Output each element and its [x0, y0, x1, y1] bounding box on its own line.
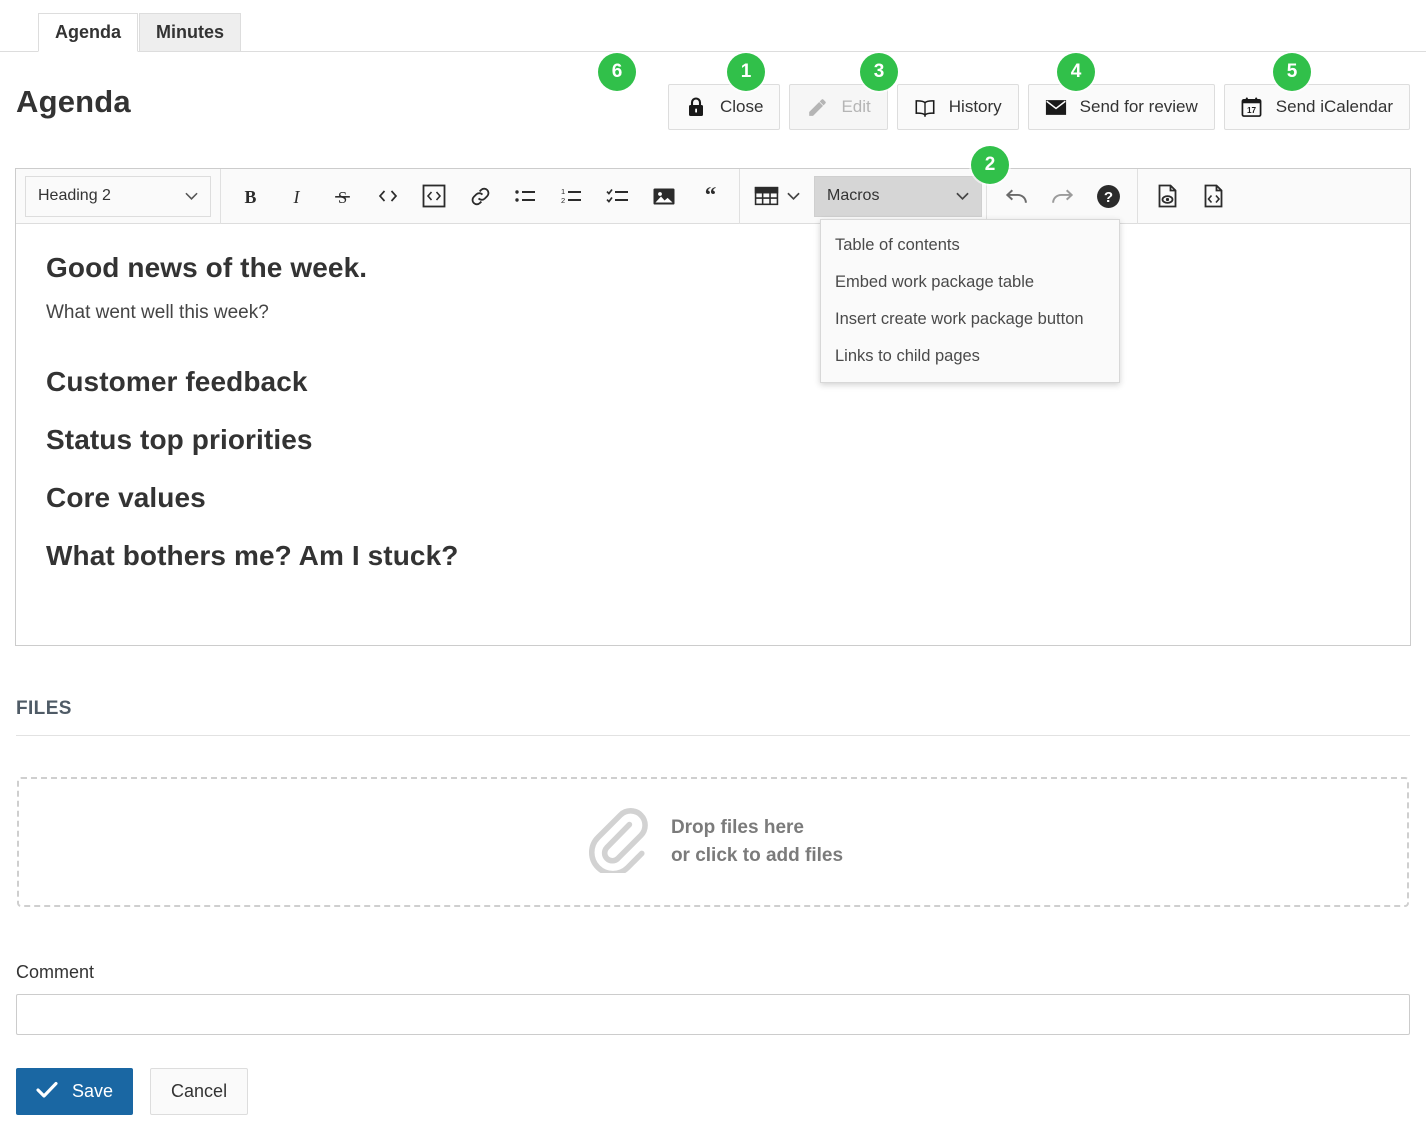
content-heading-status-top-priorities: Status top priorities: [46, 424, 313, 455]
file-dropzone[interactable]: Drop files here or click to add files: [17, 777, 1409, 907]
save-button[interactable]: Save: [16, 1068, 134, 1115]
cancel-button[interactable]: Cancel: [150, 1068, 249, 1115]
paragraph-style-select[interactable]: Heading 2: [25, 175, 211, 217]
blockquote-icon[interactable]: “: [692, 177, 728, 215]
macros-select-value: Macros: [827, 187, 880, 204]
link-icon[interactable]: [462, 177, 498, 215]
svg-text:?: ?: [1103, 189, 1112, 206]
table-chevron-down-icon[interactable]: [783, 177, 803, 215]
page-title: Agenda: [16, 84, 131, 119]
close-button-label: Close: [720, 97, 764, 116]
text-format-group: B I S: [221, 169, 739, 224]
tab-bar: Agenda Minutes: [0, 0, 1426, 52]
undo-icon[interactable]: [998, 177, 1034, 215]
svg-text:“: “: [704, 186, 716, 206]
todo-list-icon[interactable]: [600, 177, 636, 215]
svg-text:1: 1: [561, 187, 565, 196]
markdown-source-icon[interactable]: [1195, 177, 1231, 215]
history-group: ?: [987, 169, 1137, 224]
menu-item-links-to-child-pages[interactable]: Links to child pages: [821, 338, 1119, 375]
redo-icon[interactable]: [1044, 177, 1080, 215]
dropzone-line-1: Drop files here: [670, 816, 804, 838]
tab-agenda-label: Agenda: [55, 22, 122, 42]
action-toolbar: Close Edit History Send for review 17 Se…: [668, 84, 1410, 130]
comment-label: Comment: [16, 962, 95, 982]
calendar-icon: 17: [1241, 96, 1263, 118]
annotation-badge-4: 4: [1057, 53, 1095, 91]
content-heading-good-news: Good news of the week.: [46, 252, 368, 283]
edit-button-label: Edit: [841, 97, 871, 116]
svg-text:I: I: [292, 186, 300, 206]
files-section-title: FILES: [16, 698, 72, 719]
files-section-divider: [16, 735, 1410, 736]
content-paragraph-what-went-well: What went well this week?: [46, 302, 269, 323]
history-button[interactable]: History: [896, 84, 1019, 130]
tab-minutes-label: Minutes: [156, 22, 225, 42]
comment-input[interactable]: [16, 994, 1410, 1035]
edit-button[interactable]: Edit: [789, 84, 888, 130]
send-for-review-label: Send for review: [1079, 97, 1198, 116]
table-icon[interactable]: [751, 177, 781, 215]
bulleted-list-icon[interactable]: [508, 177, 544, 215]
view-mode-group: [1138, 169, 1242, 224]
chevron-down-icon: [185, 192, 198, 201]
annotation-badge-5: 5: [1273, 53, 1311, 91]
svg-text:B: B: [244, 186, 256, 206]
envelope-icon: [1045, 96, 1067, 118]
image-icon[interactable]: [646, 177, 682, 215]
svg-text:2: 2: [561, 196, 565, 205]
code-block-icon[interactable]: [416, 177, 452, 215]
macros-select[interactable]: Macros: [814, 175, 982, 217]
history-button-label: History: [948, 97, 1002, 116]
dropzone-line-2: or click to add files: [670, 845, 844, 866]
content-heading-what-bothers-me: What bothers me? Am I stuck?: [46, 540, 459, 571]
wiki-editor: Heading 2 B I S: [15, 168, 1411, 646]
close-button[interactable]: Close: [668, 84, 781, 130]
svg-text:17: 17: [1247, 106, 1257, 115]
annotation-badge-2: 2: [971, 146, 1009, 184]
send-icalendar-button[interactable]: 17 Send iCalendar: [1223, 84, 1410, 130]
menu-item-insert-create-work-package-button[interactable]: Insert create work package button: [821, 301, 1119, 338]
inline-code-icon[interactable]: [370, 177, 406, 215]
check-icon: [36, 1081, 58, 1103]
macros-dropdown-menu: Table of contents Embed work package tab…: [820, 219, 1120, 383]
help-icon[interactable]: ?: [1090, 177, 1126, 215]
editor-toolbar: Heading 2 B I S: [16, 168, 1410, 224]
lock-icon: [685, 96, 707, 118]
pencil-icon: [806, 96, 828, 118]
save-button-label: Save: [72, 1081, 114, 1101]
content-heading-customer-feedback: Customer feedback: [46, 366, 308, 397]
strikethrough-icon[interactable]: S: [324, 177, 360, 215]
book-icon: [914, 96, 936, 118]
send-for-review-button[interactable]: Send for review: [1027, 84, 1215, 130]
annotation-badge-3: 3: [860, 53, 898, 91]
form-actions: Save Cancel: [16, 1068, 249, 1115]
paragraph-style-value: Heading 2: [38, 187, 111, 204]
dropzone-text: Drop files here or click to add files: [671, 814, 843, 871]
annotation-badge-6: 6: [598, 53, 636, 91]
meeting-agenda-editor-page: Agenda Minutes Agenda Close Edit History…: [0, 0, 1426, 1125]
cancel-button-label: Cancel: [171, 1081, 228, 1101]
editor-content-area[interactable]: Good news of the week. What went well th…: [16, 224, 1410, 596]
table-group: [740, 169, 814, 224]
numbered-list-icon[interactable]: 1 2: [554, 177, 590, 215]
annotation-badge-1: 1: [727, 53, 765, 91]
chevron-down-icon: [956, 192, 969, 201]
menu-item-table-of-contents[interactable]: Table of contents: [821, 227, 1119, 264]
send-icalendar-label: Send iCalendar: [1275, 97, 1393, 116]
content-heading-core-values: Core values: [46, 482, 206, 513]
preview-icon[interactable]: [1149, 177, 1185, 215]
italic-icon[interactable]: I: [278, 177, 314, 215]
menu-item-embed-work-package-table[interactable]: Embed work package table: [821, 264, 1119, 301]
tab-minutes[interactable]: Minutes: [139, 13, 242, 52]
paperclip-icon: [583, 807, 649, 878]
tab-agenda[interactable]: Agenda: [38, 13, 139, 52]
bold-icon[interactable]: B: [232, 177, 268, 215]
